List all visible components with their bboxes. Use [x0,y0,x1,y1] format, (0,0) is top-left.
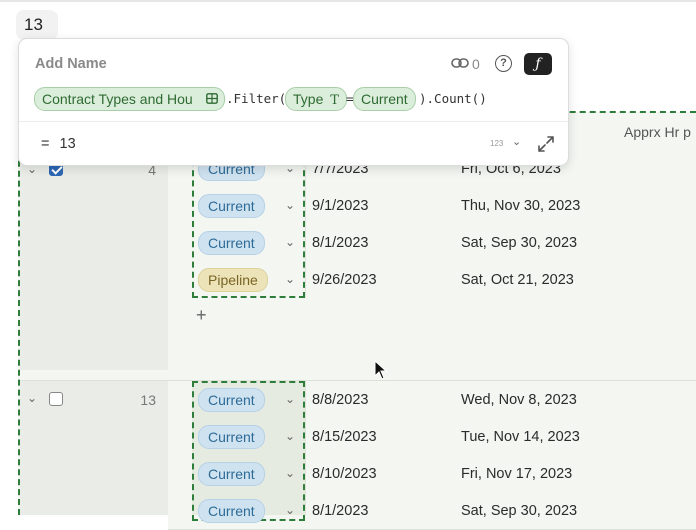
date-cell[interactable]: Sat, Sep 30, 2023 [461,235,577,251]
type-chip[interactable]: Current [198,499,265,523]
formula-value-token[interactable]: Current [353,87,416,111]
help-icon[interactable]: ? [495,55,512,72]
formula-tail-text: ).Count() [419,91,487,106]
type-chip[interactable]: Current [198,388,265,412]
chevron-down-icon[interactable]: ⌄ [285,429,295,443]
date-cell[interactable]: 8/15/2023 [312,429,377,445]
date-cell[interactable]: Thu, Nov 30, 2023 [461,198,580,214]
chevron-down-icon[interactable]: ⌄ [285,272,295,286]
popup-divider [19,121,568,122]
date-cell[interactable]: Sat, Oct 21, 2023 [461,272,574,288]
link-icon[interactable] [451,56,469,70]
result-value: 13 [59,136,76,152]
result-type-label[interactable]: 123 [490,139,503,148]
table-icon [206,93,218,104]
date-cell[interactable]: 8/10/2023 [312,466,377,482]
column-divider [305,381,306,515]
function-icon[interactable]: ƒ [524,53,552,75]
top-divider [0,0,696,2]
chevron-down-icon[interactable]: ⌄ [285,392,295,406]
mouse-pointer-icon [374,360,388,380]
type-chip[interactable]: Current [198,462,265,486]
chevron-down-icon[interactable]: ⌄ [512,135,521,148]
column-token-label: Contract Types and Hou [42,91,193,107]
date-cell[interactable]: Sat, Sep 30, 2023 [461,503,577,519]
date-cell[interactable]: 8/8/2023 [312,392,368,408]
add-row-button[interactable]: + [196,305,207,326]
field-token-label: Type [293,91,324,107]
chevron-down-icon[interactable]: ⌄ [27,391,37,405]
formula-column-token[interactable]: Contract Types and Hou [34,87,225,111]
expand-icon[interactable] [537,135,555,153]
type-chip[interactable]: Current [198,194,265,218]
formula-filter-text: .Filter( [226,91,287,106]
column-divider [305,150,306,298]
formula-name-input[interactable]: Add Name [35,56,107,72]
group-row-count: 13 [140,392,156,408]
add-row[interactable] [168,298,696,335]
date-cell[interactable]: Tue, Nov 14, 2023 [461,429,580,445]
chevron-down-icon[interactable]: ⌄ [285,466,295,480]
group-footer [168,334,696,381]
group-header-panel [20,150,168,370]
text-type-icon: T [330,93,339,108]
link-count: 0 [472,56,480,72]
type-chip[interactable]: Current [198,231,265,255]
result-equals: = [41,136,50,152]
date-cell[interactable]: 8/1/2023 [312,235,368,251]
formula-input[interactable]: Contract Types and Hou .Filter( Type T =… [34,87,554,111]
type-chip[interactable]: Pipeline [198,268,268,292]
date-cell[interactable]: 9/26/2023 [312,272,377,288]
group-checkbox[interactable] [49,392,63,406]
date-cell[interactable]: 8/1/2023 [312,503,368,519]
formula-field-token[interactable]: Type T [285,87,347,111]
column-header-apprx-hr[interactable]: Apprx Hr p [624,124,691,140]
chevron-down-icon[interactable]: ⌄ [285,198,295,212]
type-chip[interactable]: Current [198,425,265,449]
chevron-down-icon[interactable]: ⌄ [285,235,295,249]
cell-value-display: 13 [16,10,58,40]
formula-editor-popup: Add Name 0 ? ƒ Contract Types and Hou .F… [18,38,569,166]
date-cell[interactable]: 9/1/2023 [312,198,368,214]
date-cell[interactable]: Fri, Nov 17, 2023 [461,466,572,482]
date-cell[interactable]: Wed, Nov 8, 2023 [461,392,577,408]
formula-result: = 13 [41,136,76,152]
